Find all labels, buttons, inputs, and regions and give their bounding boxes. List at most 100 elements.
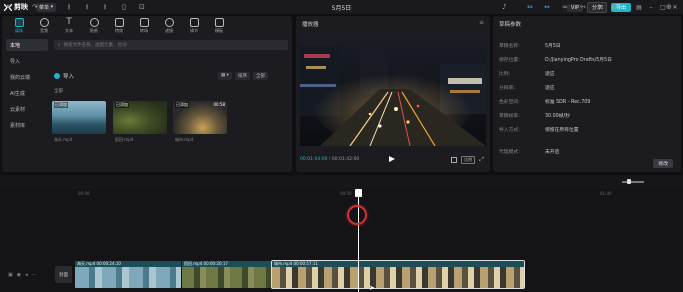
segment-title: 城市.mp4 00:00:57:11 [272, 261, 524, 267]
preview-axis-icon[interactable]: ⇿ [580, 3, 586, 11]
sidebar-item-import[interactable]: 导入 [6, 55, 48, 67]
tab-filters[interactable]: 滤镜 [158, 16, 180, 36]
param-key: 比例: [499, 72, 511, 77]
template-icon [214, 18, 224, 27]
sidebar-item-ai[interactable]: AI生成 [6, 87, 48, 99]
total-time: 00:01:42:00 [331, 157, 360, 162]
link-icon[interactable]: ∞ [562, 3, 568, 11]
undo-icon[interactable]: ↶ [22, 3, 28, 11]
search-input[interactable]: ⌕ 搜索文件名称、画面元素、台词 [54, 40, 288, 50]
more-icon[interactable]: ≡ [479, 19, 484, 26]
link-main-track-icon[interactable]: ⇔ [527, 3, 533, 11]
draft-row-ratio: 比例: 适应 [499, 70, 555, 77]
timeline-segment-city[interactable]: 城市.mp4 00:00:57:11 [271, 260, 525, 289]
param-value: 保留在原有位置 [545, 128, 579, 133]
layout-icon[interactable]: ▤ [635, 4, 643, 11]
tab-templates[interactable]: 模板 [208, 16, 230, 36]
search-icon: ⌕ [58, 43, 61, 48]
draft-row-resolution: 分辨率: 适应 [499, 84, 555, 91]
audio-icon [39, 18, 49, 27]
align-icon[interactable]: ≡ [598, 3, 604, 11]
lock-icon[interactable]: ▣ [8, 272, 13, 278]
tab-label: 调节 [190, 28, 198, 33]
cover-button[interactable]: 封面 [55, 266, 72, 283]
cover-label: 封面 [59, 272, 68, 278]
sidebar-item-local[interactable]: 本地 [6, 39, 48, 51]
tab-label: 特效 [115, 28, 123, 33]
param-key: 草稿名称: [499, 44, 520, 49]
tab-stickers[interactable]: 贴纸 [83, 16, 105, 36]
playhead-handle[interactable] [355, 189, 362, 197]
sidebar-item-label: AI生成 [10, 90, 25, 97]
sidebar-item-label: 素材库 [10, 122, 26, 129]
split-left-icon[interactable]: ⫲ [86, 3, 88, 11]
close-icon[interactable]: ✕ [671, 4, 679, 11]
chevron-down-icon[interactable]: ▾ [14, 5, 17, 13]
microphone-icon[interactable]: ♪ [502, 3, 506, 11]
zoom-slider-handle[interactable] [627, 179, 631, 184]
filter-button[interactable]: 全部 [252, 72, 268, 80]
tab-text[interactable]: T 文本 [58, 16, 80, 36]
param-key: 导入方式: [499, 128, 520, 133]
param-value: 5月5日 [545, 44, 561, 49]
media-clip-field[interactable]: 已添加 [113, 101, 167, 134]
split-right-icon[interactable]: ⫲ [104, 3, 106, 11]
added-badge: 已添加 [175, 102, 189, 108]
tab-effects[interactable]: 特效 [108, 16, 130, 36]
media-sidebar: 本地 导入 我的云端 AI生成 云素材 素材库 [6, 39, 48, 135]
tab-label: 音频 [40, 28, 48, 33]
sidebar-item-cloud[interactable]: 我的云端 [6, 71, 48, 83]
more-icon[interactable]: ⋯ [32, 272, 37, 278]
mouse-cursor-highlight [347, 205, 367, 225]
ruler-label: 01:40 [600, 191, 612, 196]
delete-icon[interactable]: ▯ [122, 3, 126, 11]
split-icon[interactable]: ⫲ [68, 3, 70, 11]
ratio-button[interactable]: 比例 [461, 156, 476, 164]
segment-title: 海天.mp4 00:00:24:10 [75, 261, 181, 267]
player-panel: 播放器 ≡ 00:01:04:00 / 00:01:42:00 比例 ⤢ [296, 16, 490, 172]
param-value: 30.00帧/秒 [545, 114, 570, 119]
param-key: 草稿帧率: [499, 114, 520, 119]
timeline-segment-field[interactable]: 稻田.mp4 00:00:20:17 [182, 261, 271, 288]
import-icon [54, 73, 60, 79]
sidebar-item-cloud-assets[interactable]: 云素材 [6, 103, 48, 115]
zoom-out-icon[interactable]: ⊖ [612, 3, 618, 11]
text-icon: T [66, 17, 72, 27]
tab-adjust[interactable]: 调节 [183, 16, 205, 36]
timeline-segment-sea[interactable]: 海天.mp4 00:00:24:10 [75, 261, 181, 288]
sidebar-item-label: 本地 [10, 42, 21, 49]
draft-row-framerate: 草稿帧率: 30.00帧/秒 [499, 112, 570, 119]
fullscreen-icon[interactable]: ⤢ [479, 156, 484, 164]
player-title: 播放器 [302, 22, 319, 28]
param-key: 代理模式: [499, 150, 520, 155]
tab-media[interactable]: 媒体 [8, 16, 30, 36]
import-button[interactable]: 导入 [54, 72, 74, 80]
view-mode-button[interactable]: ▦ ▾ [218, 72, 232, 80]
fit-icon[interactable] [451, 157, 458, 163]
zoom-fit-icon[interactable]: ⊕ [666, 3, 672, 11]
redo-icon[interactable]: ↷ [32, 3, 38, 11]
crop-icon[interactable]: ⊡ [139, 3, 145, 11]
select-cursor-icon[interactable]: ↖ [6, 3, 12, 11]
video-preview[interactable] [300, 34, 486, 146]
modify-button[interactable]: 修改 [653, 159, 673, 168]
media-icon [14, 18, 24, 27]
tab-audio[interactable]: 音频 [33, 16, 55, 36]
eye-icon[interactable]: ◉ [17, 272, 21, 278]
draft-params-panel: 草稿参数 草稿名称: 5月5日 保存位置: D:/JianyingPro Draft… [493, 16, 681, 172]
play-icon[interactable] [389, 156, 395, 162]
sidebar-item-library[interactable]: 素材库 [6, 119, 48, 131]
audio-mute-icon[interactable]: ◂ [25, 272, 28, 278]
media-clip-sea[interactable]: 已添加 [52, 101, 106, 134]
snap-icon[interactable]: ⇔ [544, 3, 550, 11]
param-value: 适应 [545, 86, 555, 91]
param-key: 保存位置: [499, 58, 520, 63]
sort-button[interactable]: 排序 [234, 72, 250, 80]
menu-button[interactable]: 菜单 ▾ [36, 2, 57, 12]
zoom-slider[interactable] [622, 181, 644, 183]
minimize-icon[interactable]: – [647, 4, 655, 11]
transition-icon [139, 18, 149, 27]
adjust-icon [189, 18, 199, 27]
tab-transitions[interactable]: 转场 [133, 16, 155, 36]
media-clip-city[interactable]: 已添加 00:58 [173, 101, 227, 134]
